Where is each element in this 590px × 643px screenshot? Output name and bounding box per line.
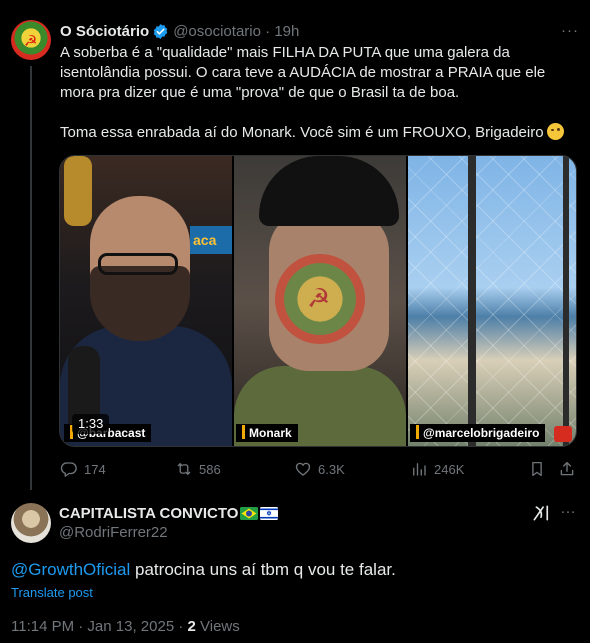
bookmark-icon [532,461,542,477]
grok-icon[interactable] [531,503,551,523]
tweet-text-paragraph-2: Toma essa enrabada aí do Monark. Você si… [60,123,575,143]
retweet-button[interactable]: 586 [175,458,221,480]
reply-metadata: 11:14 PM · Jan 13, 2025 · 2 Views [11,618,240,635]
reply-text: @GrowthOficial patrocina uns aí tbm q vo… [11,560,396,579]
watermark-logo: ☭ [275,254,365,344]
reply-author-avatar[interactable] [11,503,51,543]
background-sign: aca [190,226,232,254]
reply-views-count: 2 [187,618,196,635]
retweet-count: 586 [199,461,221,477]
tweet[interactable]: ☭ O Sóciotário @osociotario · 19h ··· A … [0,0,590,490]
author-handle[interactable]: @osociotario [173,23,261,40]
like-count: 6.3K [318,461,345,477]
panel-label-3: @marcelobrigadeiro [410,424,546,442]
reply-views-label: Views [195,618,240,635]
panel-label-2: Monark [236,424,298,442]
reply-header: CAPITALISTA CONVICTO [59,503,279,523]
tweet-text: A soberba é a "qualidade" mais FILHA DA … [60,43,575,143]
reply-timestamp[interactable]: 11:14 PM · Jan 13, 2025 · [11,618,188,635]
bookmark-button[interactable] [528,458,546,480]
cap [259,156,399,226]
wink-emoji-icon [546,123,564,140]
like-button[interactable]: 6.3K [294,458,345,480]
like-icon [295,462,311,476]
video-panel-1: aca @barbacast [60,156,232,446]
more-icon[interactable]: ··· [560,22,580,40]
reply-author-name[interactable]: CAPITALISTA CONVICTO [59,505,238,522]
share-icon [560,461,574,476]
translate-post-link[interactable]: Translate post [11,585,93,600]
tweet-header: O Sóciotário @osociotario · 19h [60,21,299,41]
views-button[interactable]: 246K [410,458,464,480]
tweet-text-paragraph-1: A soberba é a "qualidade" mais FILHA DA … [60,44,546,101]
reply-button[interactable]: 174 [60,458,106,480]
reply-author-handle[interactable]: @RodriFerrer22 [59,524,168,541]
views-count: 246K [434,461,465,477]
tweet-actions: 174 586 6.3K 246K [60,458,580,480]
author-name[interactable]: O Sóciotário [60,23,149,40]
brazil-flag-icon [240,506,259,520]
thread-line [30,66,32,490]
tweet-time[interactable]: 19h [274,23,299,40]
window-net [408,156,576,446]
tweet-video[interactable]: aca @barbacast Monark @marcelobrigadeiro… [59,155,577,447]
statue [64,156,92,226]
views-icon [413,463,426,476]
verified-badge-icon [153,23,168,39]
mention-link[interactable]: @GrowthOficial [11,560,130,579]
share-button[interactable] [558,458,576,480]
retweet-icon [177,463,191,475]
reply-more-icon[interactable]: ··· [558,503,578,521]
glasses [98,253,178,275]
video-panel-3: @marcelobrigadeiro [408,156,576,446]
channel-logo-icon [554,426,572,442]
reply-count: 174 [84,461,106,477]
video-duration: 1:33 [72,414,110,434]
author-avatar[interactable]: ☭ [11,20,51,60]
israel-flag-icon [260,506,279,520]
reply-icon [60,462,77,477]
dot-separator: · [260,22,275,40]
